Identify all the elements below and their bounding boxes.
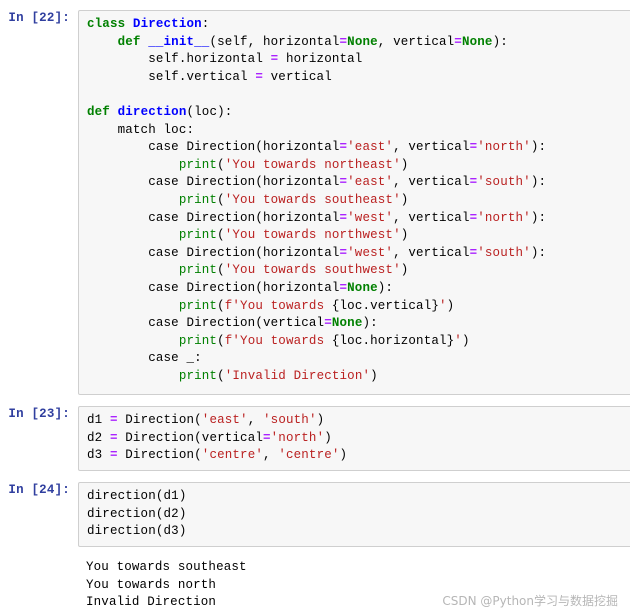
jupyter-notebook: In [22]: class Direction: def __init__(s… [0,0,630,615]
code-content-23[interactable]: d1 = Direction('east', 'south') d2 = Dir… [87,412,630,465]
cell-prompt-label-23: In [23]: [8,407,70,421]
cell-prompt-label-24: In [24]: [8,483,70,497]
cell-prompt-label-22: In [22]: [8,11,70,25]
code-input-area-24[interactable]: direction(d1) direction(d2) direction(d3… [78,482,630,547]
stdout-text: You towards southeast You towards north … [86,560,247,610]
code-content-22[interactable]: class Direction: def __init__(self, hori… [87,16,630,385]
code-input-area-23[interactable]: d1 = Direction('east', 'south') d2 = Dir… [78,406,630,471]
code-content-24[interactable]: direction(d1) direction(d2) direction(d3… [87,488,630,541]
notebook-cell-22[interactable]: In [22]: class Direction: def __init__(s… [0,10,630,395]
csdn-watermark: CSDN @Python学习与数据挖掘 [442,594,618,608]
code-input-area-22[interactable]: class Direction: def __init__(self, hori… [78,10,630,395]
notebook-cell-23[interactable]: In [23]: d1 = Direction('east', 'south')… [0,406,630,471]
notebook-cell-24[interactable]: In [24]: direction(d1) direction(d2) dir… [0,482,630,547]
